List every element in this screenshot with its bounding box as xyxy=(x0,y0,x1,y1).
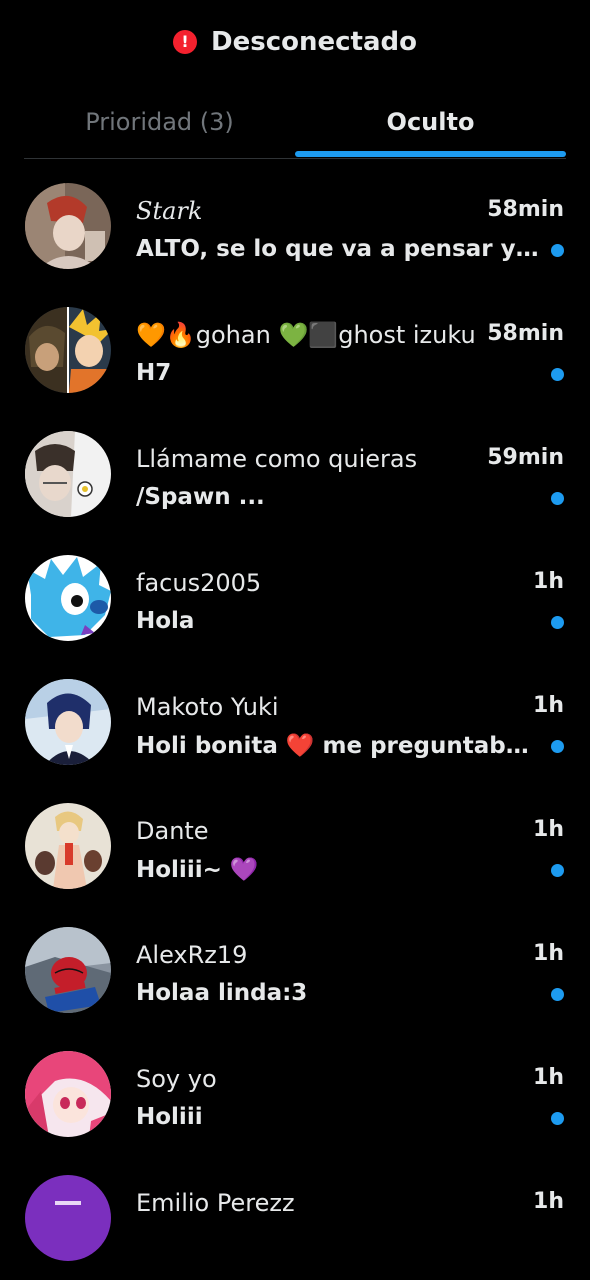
contact-name: Stark xyxy=(136,197,203,225)
avatar[interactable] xyxy=(25,1175,111,1261)
avatar[interactable] xyxy=(25,803,111,889)
message-preview: ALTO, se lo que va a pensar y no, ... xyxy=(136,236,540,262)
tab-bar: Prioridad (3) Oculto xyxy=(24,88,566,159)
connection-status: ! Desconectado xyxy=(0,22,590,62)
conversation-list: Stark 58min ALTO, se lo que va a pensar … xyxy=(0,164,590,1280)
avatar[interactable] xyxy=(25,555,111,641)
avatar[interactable] xyxy=(25,307,111,393)
tab-prioridad[interactable]: Prioridad (3) xyxy=(24,88,295,156)
conversation-item[interactable]: Stark 58min ALTO, se lo que va a pensar … xyxy=(0,164,590,288)
timestamp: 1h xyxy=(533,941,564,966)
tab-label: Oculto xyxy=(386,108,475,136)
active-tab-indicator xyxy=(295,151,566,157)
contact-name: Makoto Yuki xyxy=(136,693,279,721)
conversation-item[interactable]: Llámame como quieras 59min /Spawn ... xyxy=(0,412,590,536)
timestamp: 1h xyxy=(533,1065,564,1090)
error-icon: ! xyxy=(173,30,198,54)
conversation-item[interactable]: Makoto Yuki 1h Holi bonita ❤️ me pregunt… xyxy=(0,660,590,784)
conversation-item[interactable]: 🧡🔥gohan 💚⬛ghost izuku 58min H7 xyxy=(0,288,590,412)
avatar[interactable] xyxy=(25,1051,111,1137)
status-label: Desconectado xyxy=(211,27,417,57)
timestamp: 1h xyxy=(533,1189,564,1214)
timestamp: 1h xyxy=(533,569,564,594)
contact-name: Soy yo xyxy=(136,1065,217,1093)
avatar[interactable] xyxy=(25,927,111,1013)
timestamp: 1h xyxy=(533,817,564,842)
timestamp: 58min xyxy=(487,197,564,222)
message-preview: Holaa linda:3 xyxy=(136,980,308,1006)
unread-dot-icon xyxy=(551,1112,564,1125)
message-preview: Holiii~ 💜 xyxy=(136,857,259,883)
conversation-item[interactable]: Emilio Perezz 1h xyxy=(0,1156,590,1280)
message-preview: Holi bonita ❤️ me preguntaba si q... xyxy=(136,733,540,759)
avatar[interactable] xyxy=(25,183,111,269)
contact-name: facus2005 xyxy=(136,569,262,597)
conversation-item[interactable]: facus2005 1h Hola xyxy=(0,536,590,660)
conversation-item[interactable]: Dante 1h Holiii~ 💜 xyxy=(0,784,590,908)
tab-label: Prioridad (3) xyxy=(85,108,234,136)
conversation-item[interactable]: Soy yo 1h Holiii xyxy=(0,1032,590,1156)
message-preview: Holiii xyxy=(136,1104,203,1130)
avatar[interactable] xyxy=(25,431,111,517)
contact-name: Dante xyxy=(136,817,209,845)
avatar[interactable] xyxy=(25,679,111,765)
unread-dot-icon xyxy=(551,616,564,629)
contact-name: 🧡🔥gohan 💚⬛ghost izuku xyxy=(136,321,476,349)
tab-oculto[interactable]: Oculto xyxy=(295,88,566,157)
timestamp: 59min xyxy=(487,445,564,470)
unread-dot-icon xyxy=(551,244,564,257)
unread-dot-icon xyxy=(551,740,564,753)
timestamp: 1h xyxy=(533,693,564,718)
message-preview: /Spawn ... xyxy=(136,484,265,510)
contact-name: Emilio Perezz xyxy=(136,1189,295,1217)
unread-dot-icon xyxy=(551,988,564,1001)
contact-name: AlexRz19 xyxy=(136,941,248,969)
message-preview: Hola xyxy=(136,608,195,634)
timestamp: 58min xyxy=(487,321,564,346)
unread-dot-icon xyxy=(551,864,564,877)
unread-dot-icon xyxy=(551,492,564,505)
message-preview: H7 xyxy=(136,360,172,386)
conversation-item[interactable]: AlexRz19 1h Holaa linda:3 xyxy=(0,908,590,1032)
contact-name: Llámame como quieras xyxy=(136,445,418,473)
unread-dot-icon xyxy=(551,368,564,381)
